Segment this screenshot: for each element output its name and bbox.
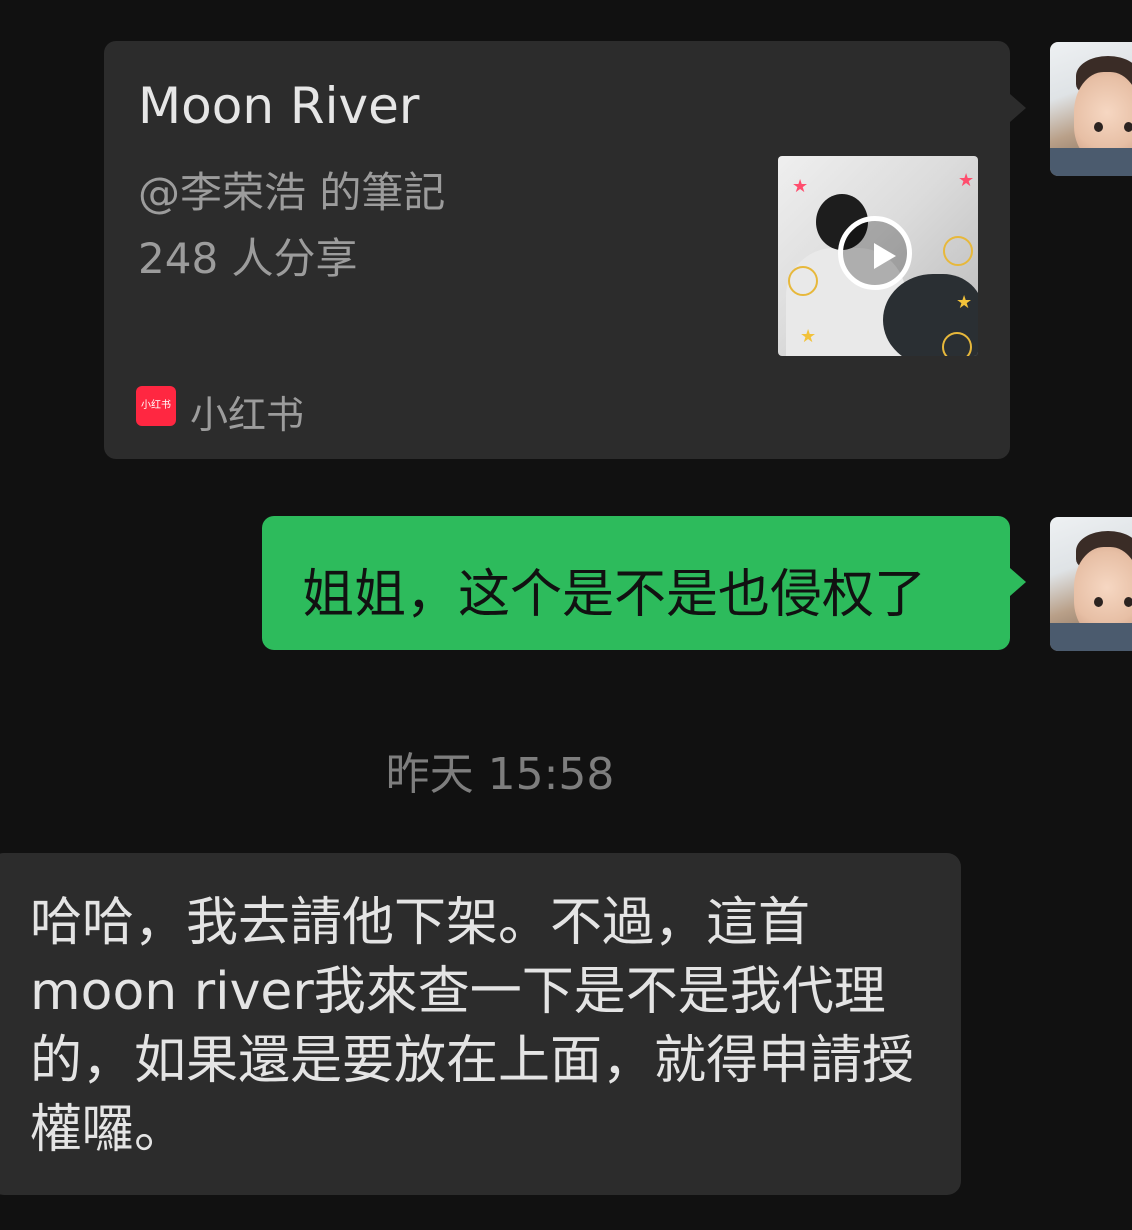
outgoing-bubble-tail [1010,568,1026,596]
card-source-name: 小红书 [190,393,305,437]
xiaohongshu-logo-icon: 小红书 [136,386,176,426]
shared-note-card[interactable]: Moon River @李荣浩 的筆記 248 人分享 ★ ★ ★ ★ 小红书 … [104,41,1010,459]
user-avatar[interactable] [1050,42,1132,176]
play-icon[interactable] [838,216,912,290]
outgoing-message-bubble[interactable]: 姐姐，这个是不是也侵权了 [262,516,1010,650]
card-bubble-tail [1010,94,1026,122]
user-avatar[interactable] [1050,517,1132,651]
incoming-message-bubble[interactable]: 哈哈，我去請他下架。不過，這首moon river我來查一下是不是我代理的，如果… [0,853,961,1195]
video-thumbnail[interactable]: ★ ★ ★ ★ [778,156,978,356]
incoming-message-text: 哈哈，我去請他下架。不過，這首moon river我來查一下是不是我代理的，如果… [30,893,915,1160]
card-author: @李荣浩 的筆記 [138,168,446,217]
card-title: Moon River [138,77,420,135]
outgoing-message-text: 姐姐，这个是不是也侵权了 [302,565,927,625]
message-timestamp: 昨天 15:58 [385,749,615,800]
card-share-count: 248 人分享 [138,234,358,283]
